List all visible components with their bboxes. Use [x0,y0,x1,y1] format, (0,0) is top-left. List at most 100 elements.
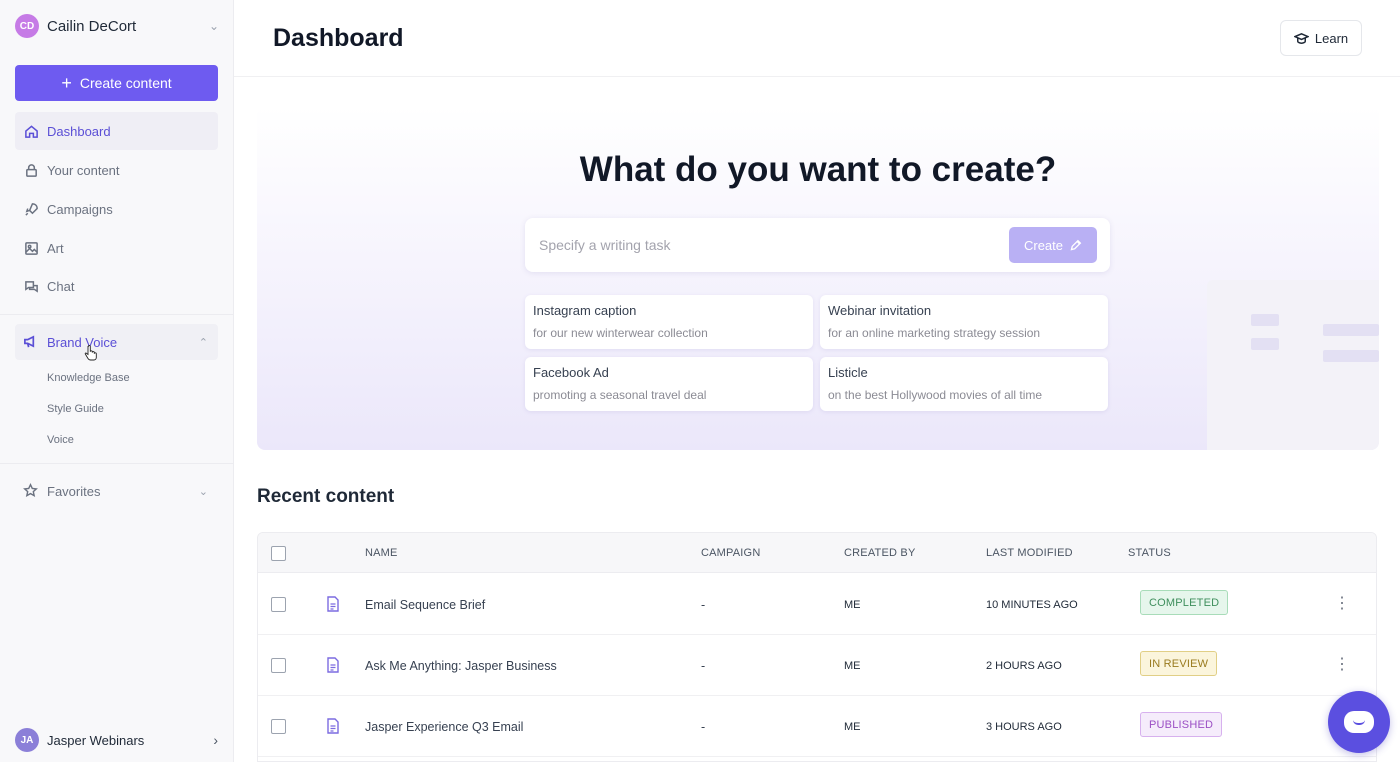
writing-task-box: Create [525,218,1110,272]
table-row[interactable]: Email Sequence Brief - ME 10 MINUTES AGO… [258,574,1376,635]
workspace-switcher[interactable]: JA Jasper Webinars › [15,727,218,753]
sidebar-item-chat[interactable]: Chat [15,267,218,305]
sidebar-item-label: Dashboard [47,123,111,139]
workspace-name: Jasper Webinars [47,732,145,748]
recent-content-title: Recent content [257,486,395,507]
suggestion-card[interactable]: Facebook Ad promoting a seasonal travel … [525,357,813,411]
megaphone-icon [23,334,39,350]
suggestion-subtitle: for our new winterwear collection [533,326,708,340]
table-row[interactable]: Jasper Experience Q3 Email - ME 3 HOURS … [258,696,1376,757]
row-created-by: ME [844,599,861,611]
sidebar-item-brand-voice[interactable]: Brand Voice ⌃ [15,324,218,360]
status-badge: COMPLETED [1140,590,1229,615]
chat-icon [23,278,39,294]
sidebar-item-label: Chat [47,278,75,294]
row-name[interactable]: Jasper Experience Q3 Email [365,720,523,734]
sidebar: CD Cailin DeCort ⌄ + Create content Dash… [0,0,234,762]
document-icon [326,657,340,673]
suggestion-card[interactable]: Listicle on the best Hollywood movies of… [820,357,1108,411]
sidebar-item-label: Your content [47,162,120,178]
pointer-cursor-icon [84,345,97,361]
suggestion-subtitle: on the best Hollywood movies of all time [828,388,1043,402]
row-checkbox[interactable] [271,719,286,734]
chat-bubble-icon [1344,711,1374,733]
sidebar-item-label: Art [47,240,64,256]
sidebar-item-your-content[interactable]: Your content [15,151,218,189]
create-content-label: Create content [79,75,172,91]
suggestion-title: Listicle [828,365,868,380]
graduation-cap-icon [1293,32,1309,44]
sidebar-item-favorites[interactable]: Favorites ⌄ [15,478,218,504]
create-hero: What do you want to create? Create Insta… [257,106,1379,450]
row-last-modified: 10 MINUTES AGO [986,599,1078,611]
sidebar-subitem-style-guide[interactable]: Style Guide [47,403,104,415]
rocket-icon [23,201,39,217]
chevron-down-icon: ⌄ [208,19,219,33]
sidebar-item-label: Campaigns [47,201,113,217]
sidebar-item-label: Brand Voice [47,334,118,350]
sidebar-subitem-voice[interactable]: Voice [47,434,74,446]
header-divider [234,76,1400,77]
create-content-button[interactable]: + Create content [15,65,218,101]
select-all-checkbox[interactable] [271,546,286,561]
row-checkbox[interactable] [271,597,286,612]
row-campaign: - [701,720,706,734]
row-name[interactable]: Email Sequence Brief [365,598,485,612]
more-options-icon[interactable]: ⋮ [1334,596,1350,612]
preview-bar [1251,338,1279,350]
task-create-button[interactable]: Create [1009,227,1097,263]
user-name: Cailin DeCort [47,17,137,35]
page-title: Dashboard [273,24,404,52]
user-switcher[interactable]: CD Cailin DeCort ⌄ [15,13,219,39]
table-row[interactable]: Ask Me Anything: Jasper Business - ME 2 … [258,635,1376,696]
suggestion-subtitle: promoting a seasonal travel deal [533,388,707,402]
preview-panel [1207,280,1379,450]
star-icon [23,483,39,499]
recent-content-table: NAME CAMPAIGN CREATED BY LAST MODIFIED S… [257,532,1377,762]
workspace-avatar: JA [15,728,39,752]
hero-title: What do you want to create? [579,150,1057,189]
column-header-name[interactable]: NAME [365,547,398,559]
pen-icon [1070,239,1082,250]
home-icon [23,123,39,139]
document-icon [326,718,340,734]
user-avatar: CD [15,14,39,38]
image-icon [23,240,39,256]
row-campaign: - [701,659,706,673]
column-header-status[interactable]: STATUS [1128,547,1171,559]
sidebar-divider [0,314,234,315]
more-options-icon[interactable]: ⋮ [1334,657,1350,673]
suggestion-card[interactable]: Instagram caption for our new winterwear… [525,295,813,349]
sidebar-item-campaigns[interactable]: Campaigns [15,190,218,228]
learn-label: Learn [1314,30,1349,46]
row-campaign: - [701,598,706,612]
support-chat-button[interactable] [1328,691,1390,753]
suggestion-title: Webinar invitation [828,303,932,318]
row-last-modified: 3 HOURS AGO [986,721,1062,733]
column-header-created-by[interactable]: CREATED BY [844,547,915,559]
suggestion-subtitle: for an online marketing strategy session [828,326,1041,340]
sidebar-divider [0,463,234,464]
writing-task-input[interactable] [539,230,999,260]
sidebar-item-label: Favorites [47,483,101,499]
learn-button[interactable]: Learn [1280,20,1362,56]
row-name[interactable]: Ask Me Anything: Jasper Business [365,659,557,673]
column-header-last-modified[interactable]: LAST MODIFIED [986,547,1073,559]
table-header: NAME CAMPAIGN CREATED BY LAST MODIFIED S… [258,533,1376,573]
suggestion-title: Instagram caption [533,303,637,318]
row-last-modified: 2 HOURS AGO [986,660,1062,672]
preview-bar [1323,324,1379,336]
task-create-label: Create [1023,237,1064,253]
lock-icon [23,162,39,178]
row-created-by: ME [844,721,861,733]
preview-bar [1323,350,1379,362]
suggestion-card[interactable]: Webinar invitation for an online marketi… [820,295,1108,349]
chevron-down-icon[interactable]: ⌄ [199,485,208,498]
row-checkbox[interactable] [271,658,286,673]
sidebar-item-art[interactable]: Art [15,229,218,267]
sidebar-subitem-knowledge-base[interactable]: Knowledge Base [47,372,130,384]
chevron-up-icon[interactable]: ⌃ [199,336,208,349]
column-header-campaign[interactable]: CAMPAIGN [701,547,760,559]
status-badge: IN REVIEW [1140,651,1218,676]
sidebar-item-dashboard[interactable]: Dashboard [15,112,218,150]
